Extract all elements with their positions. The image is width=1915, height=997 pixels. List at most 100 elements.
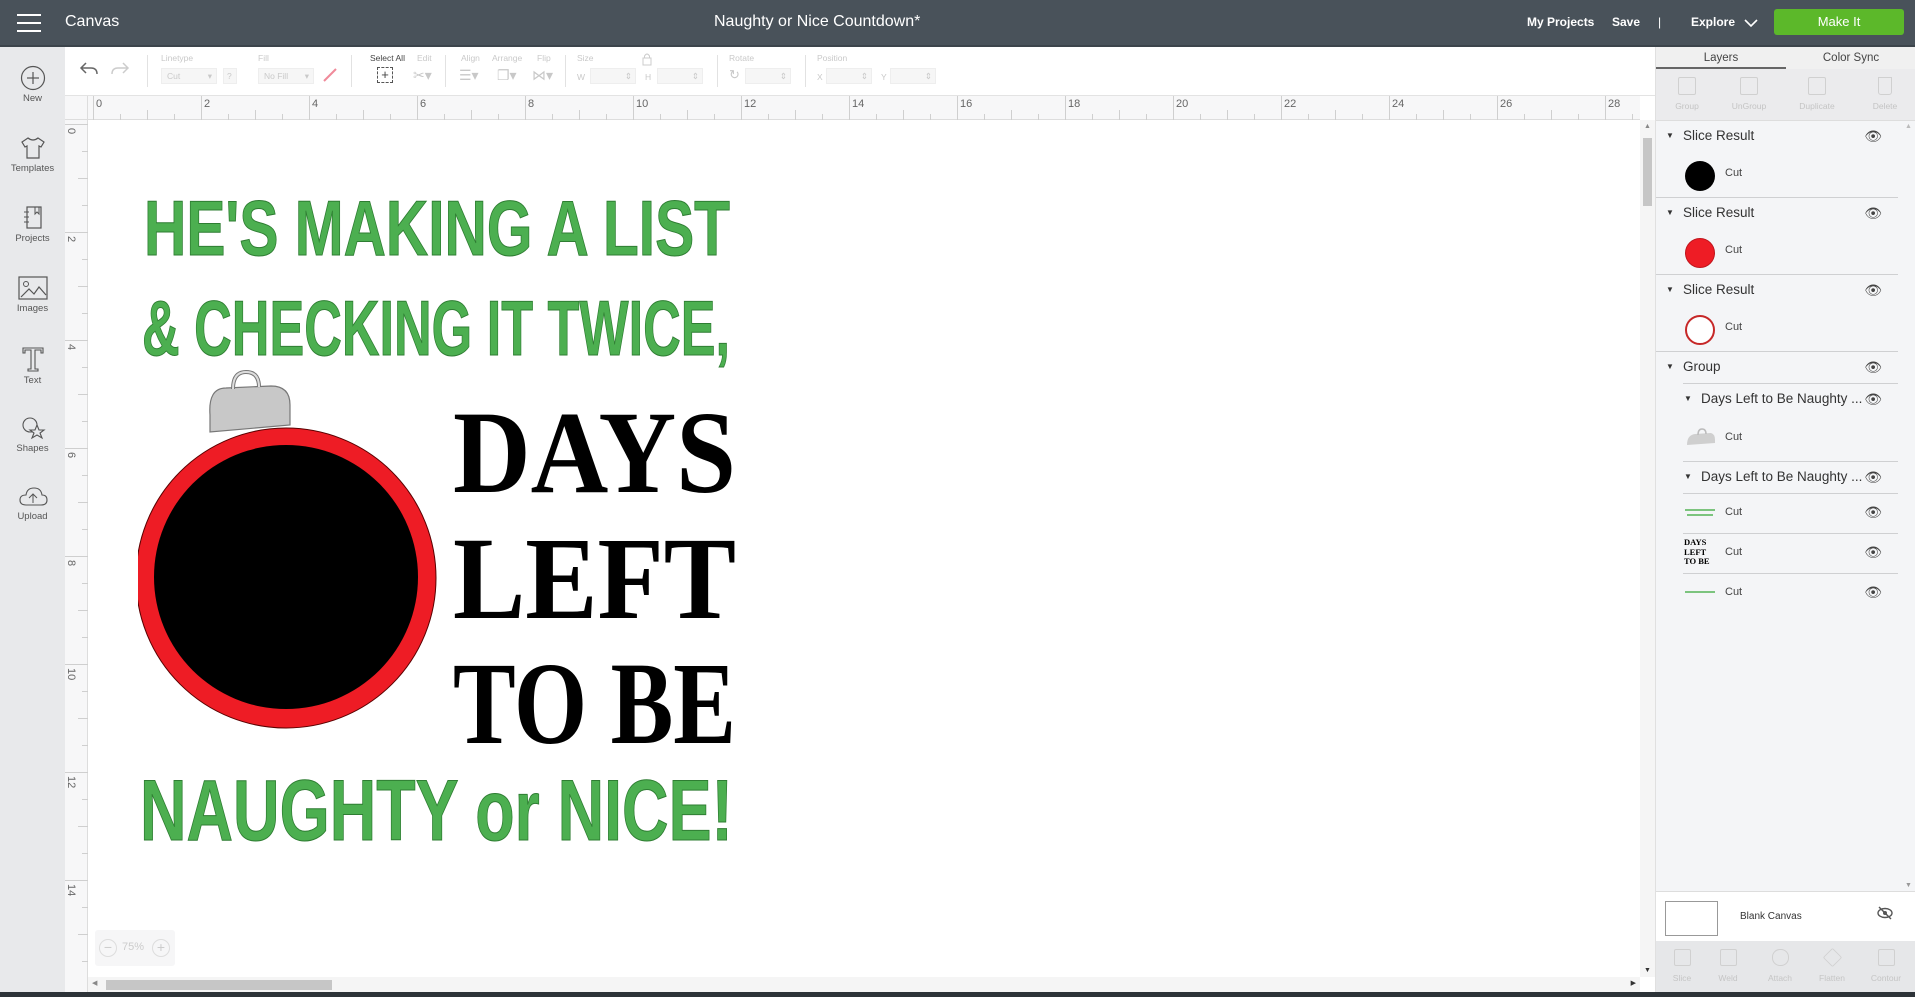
layer-slice-result-3[interactable]: ▼ Slice Result 👁 — [1656, 275, 1896, 305]
sidebar-item-shapes[interactable]: Shapes — [0, 407, 65, 469]
save-link[interactable]: Save — [1612, 15, 1640, 29]
menu-icon[interactable] — [17, 14, 41, 32]
design-text-left[interactable]: LEFT — [453, 513, 736, 644]
sidebar-item-images[interactable]: Images — [0, 267, 65, 329]
layer-days-left-2[interactable]: ▼ Days Left to Be Naughty ... 👁 — [1656, 462, 1896, 492]
flip-icon[interactable]: ⋈▾ — [532, 67, 553, 84]
layer-cut-item[interactable]: Cut — [1656, 228, 1896, 274]
eye-icon[interactable]: 👁 — [1864, 198, 1882, 228]
eye-icon[interactable]: 👁 — [1864, 504, 1882, 521]
sidebar-item-projects[interactable]: Projects — [0, 197, 65, 259]
redo-icon[interactable] — [110, 61, 130, 77]
zoom-in-button[interactable]: + — [152, 939, 170, 957]
rotate-input[interactable]: ⇕ — [745, 68, 791, 84]
sidebar-item-text[interactable]: Text — [0, 337, 65, 399]
eye-icon[interactable]: 👁 — [1864, 352, 1882, 382]
canvas-horizontal-scrollbar[interactable]: ◀ ▶ — [88, 977, 1640, 992]
layer-cut-item[interactable]: Cut 👁 — [1656, 574, 1896, 613]
eye-icon[interactable]: 👁 — [1864, 544, 1882, 561]
eye-icon[interactable]: 👁 — [1864, 584, 1882, 601]
my-projects-link[interactable]: My Projects — [1527, 15, 1594, 29]
sidebar-item-upload[interactable]: Upload — [0, 477, 65, 539]
scroll-left-arrow[interactable]: ◀ — [92, 979, 97, 987]
eye-icon[interactable]: 👁 — [1864, 275, 1882, 305]
make-it-button[interactable]: Make It — [1774, 9, 1904, 35]
caret-down-icon[interactable]: ▼ — [1684, 462, 1692, 492]
eye-slash-icon[interactable] — [1876, 906, 1894, 920]
green-text-thumbnail[interactable] — [1685, 508, 1715, 518]
horizontal-scroll-thumb[interactable] — [106, 980, 332, 990]
caret-down-icon[interactable]: ▼ — [1666, 275, 1674, 305]
scroll-down-arrow[interactable]: ▼ — [1905, 882, 1912, 889]
undo-icon[interactable] — [79, 61, 99, 77]
delete-button[interactable]: Delete — [1856, 77, 1914, 111]
scroll-up-arrow[interactable]: ▲ — [1644, 123, 1651, 130]
days-left-thumbnail[interactable]: DAYS LEFT TO BE — [1684, 537, 1710, 567]
scroll-up-arrow[interactable]: ▲ — [1905, 123, 1912, 130]
caret-down-icon[interactable]: ▼ — [1666, 121, 1674, 151]
layer-cut-item[interactable]: Cut — [1656, 415, 1896, 461]
attach-button[interactable]: Attach — [1754, 949, 1806, 983]
blank-canvas-swatch[interactable] — [1665, 901, 1718, 936]
align-icon[interactable]: ☰▾ — [459, 67, 479, 84]
linetype-info-button[interactable]: ? — [223, 68, 237, 84]
design-canvas[interactable]: HE'S MAKING A LIST & CHECKING IT TWICE, … — [88, 120, 1640, 977]
layer-cut-item[interactable]: Cut — [1656, 305, 1896, 351]
tab-color-sync[interactable]: Color Sync — [1786, 47, 1915, 69]
design-artwork[interactable]: HE'S MAKING A LIST & CHECKING IT TWICE, … — [138, 160, 838, 900]
scroll-down-arrow[interactable]: ▼ — [1644, 967, 1651, 974]
height-input[interactable]: ⇕ — [657, 68, 703, 84]
scroll-right-arrow[interactable]: ▶ — [1631, 979, 1636, 987]
pen-color-icon[interactable] — [322, 67, 338, 83]
lock-icon[interactable] — [641, 52, 653, 66]
sidebar-item-templates[interactable]: Templates — [0, 127, 65, 189]
layer-cut-item[interactable]: DAYS LEFT TO BE Cut 👁 — [1656, 534, 1896, 573]
caret-down-icon[interactable]: ▼ — [1684, 384, 1692, 414]
layers-scrollbar[interactable]: ▲ ▼ — [1901, 121, 1915, 891]
ornament-cap[interactable] — [209, 369, 291, 433]
layer-days-left-1[interactable]: ▼ Days Left to Be Naughty ... 👁 — [1656, 384, 1896, 414]
duplicate-button[interactable]: Duplicate — [1788, 77, 1846, 111]
weld-button[interactable]: Weld — [1702, 949, 1754, 983]
design-text-line2[interactable]: & CHECKING IT TWICE, — [142, 284, 731, 373]
layer-slice-result-1[interactable]: ▼ Slice Result 👁 — [1656, 121, 1896, 151]
ungroup-button[interactable]: UnGroup — [1720, 77, 1778, 111]
canvas-vertical-scrollbar[interactable]: ▲ ▼ — [1640, 120, 1655, 977]
x-position-input[interactable]: ⇕ — [826, 68, 872, 84]
flatten-button[interactable]: Flatten — [1806, 947, 1858, 983]
group-button[interactable]: Group — [1658, 77, 1716, 111]
caret-down-icon[interactable]: ▼ — [1666, 198, 1674, 228]
eye-icon[interactable]: 👁 — [1864, 121, 1882, 151]
blank-canvas-row[interactable]: Blank Canvas — [1656, 891, 1915, 941]
eye-icon[interactable]: 👁 — [1864, 384, 1882, 414]
layer-cut-item[interactable]: Cut 👁 — [1656, 494, 1896, 533]
document-title[interactable]: Naughty or Nice Countdown* — [714, 13, 920, 31]
design-text-days[interactable]: DAYS — [453, 387, 736, 518]
slice-button[interactable]: Slice — [1656, 949, 1708, 983]
linetype-select[interactable]: Cut ▾ — [161, 68, 217, 84]
green-text-thumbnail[interactable] — [1685, 589, 1715, 595]
color-swatch-red-outline[interactable] — [1685, 315, 1715, 345]
width-input[interactable]: ⇕ — [590, 68, 636, 84]
color-swatch-red[interactable] — [1685, 238, 1715, 268]
select-all-button[interactable]: + — [377, 67, 393, 83]
design-text-line6[interactable]: NAUGHTY or NICE! — [140, 763, 734, 860]
fill-select[interactable]: No Fill ▾ — [258, 68, 314, 84]
layer-group[interactable]: ▼ Group 👁 — [1656, 352, 1896, 382]
edit-scissors-icon[interactable]: ✂▾ — [413, 67, 432, 84]
design-text-line1[interactable]: HE'S MAKING A LIST — [144, 184, 731, 273]
zoom-out-button[interactable]: − — [99, 939, 117, 957]
y-position-input[interactable]: ⇕ — [890, 68, 936, 84]
ornament-cap-thumbnail[interactable] — [1685, 427, 1717, 449]
contour-button[interactable]: Contour — [1860, 949, 1912, 983]
design-text-to-be[interactable]: TO BE — [453, 638, 736, 769]
caret-down-icon[interactable]: ▼ — [1666, 352, 1674, 382]
tab-layers[interactable]: Layers — [1656, 47, 1786, 69]
explore-dropdown[interactable]: Explore — [1691, 15, 1758, 29]
eye-icon[interactable]: 👁 — [1864, 462, 1882, 492]
color-swatch-black[interactable] — [1685, 161, 1715, 191]
layer-slice-result-2[interactable]: ▼ Slice Result 👁 — [1656, 198, 1896, 228]
layer-cut-item[interactable]: Cut — [1656, 151, 1896, 197]
sidebar-item-new[interactable]: New — [0, 57, 65, 119]
ornament-black-center[interactable] — [154, 445, 418, 709]
